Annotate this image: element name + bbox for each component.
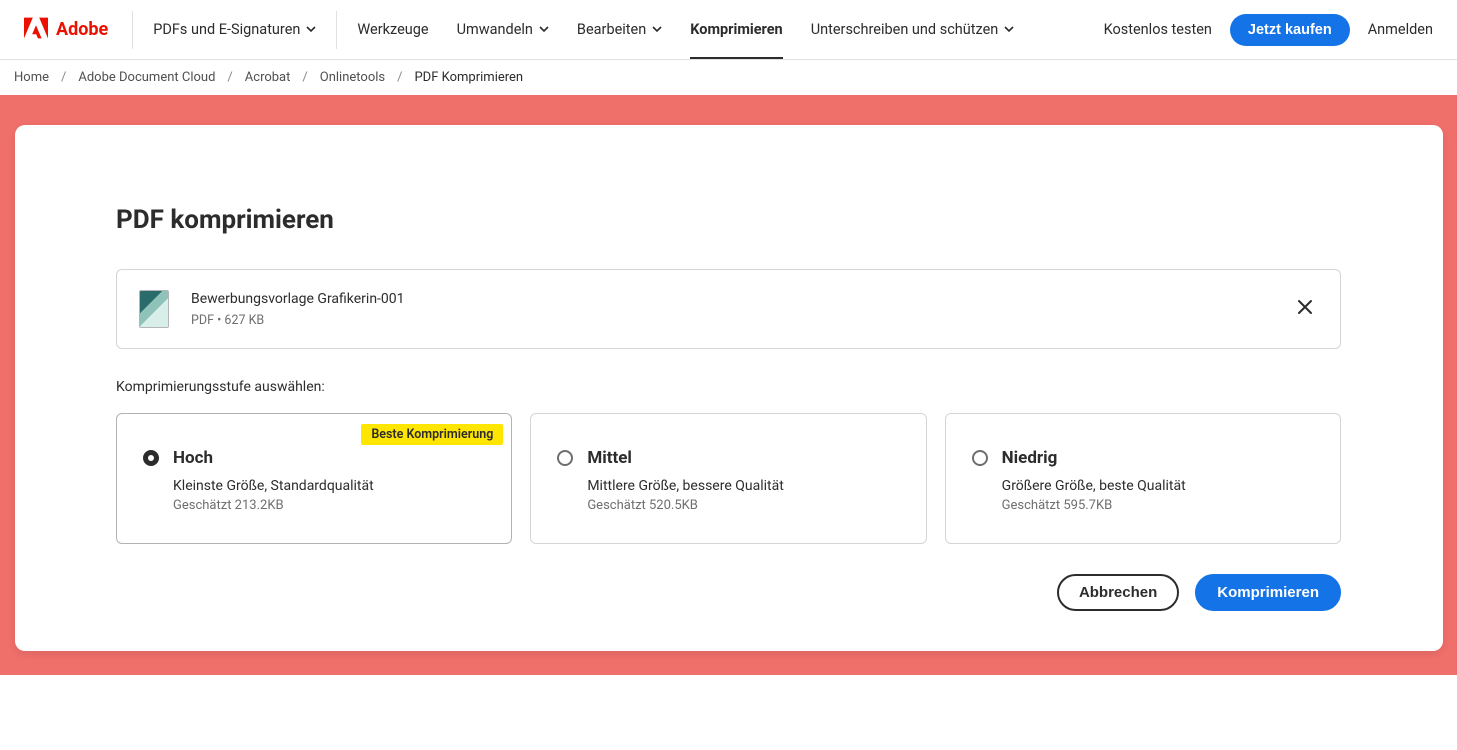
login-link[interactable]: Anmelden (1368, 21, 1443, 38)
chevron-down-icon (539, 21, 549, 38)
option-estimate: Geschätzt 520.5KB (587, 498, 899, 513)
option-low[interactable]: Niedrig Größere Größe, beste Qualität Ge… (945, 413, 1341, 544)
radio-icon (557, 450, 573, 466)
nav-items: PDFs und E-Signaturen Werkzeuge Umwandel… (126, 0, 1028, 59)
compress-button[interactable]: Komprimieren (1195, 574, 1341, 611)
breadcrumb-onlinetools[interactable]: Onlinetools (320, 70, 385, 85)
file-meta: PDF • 627 KB (191, 313, 1270, 328)
buy-button[interactable]: Jetzt kaufen (1230, 14, 1350, 46)
adobe-logo-text: Adobe (56, 19, 108, 40)
nav-separator (336, 11, 337, 49)
chevron-down-icon (1004, 21, 1014, 38)
compression-level-label: Komprimierungsstufe auswählen: (116, 379, 1341, 395)
file-row: Bewerbungsvorlage Grafikerin-001 PDF • 6… (116, 269, 1341, 349)
top-nav: Adobe PDFs und E-Signaturen Werkzeuge Um… (0, 0, 1457, 60)
breadcrumb-sep: / (61, 70, 66, 85)
nav-label: Komprimieren (690, 21, 782, 38)
adobe-logo-icon (24, 17, 48, 43)
file-info: Bewerbungsvorlage Grafikerin-001 PDF • 6… (191, 291, 1270, 328)
chevron-down-icon (652, 21, 662, 38)
nav-werkzeuge[interactable]: Werkzeuge (343, 0, 442, 59)
chevron-down-icon (306, 21, 316, 38)
nav-label: Bearbeiten (577, 21, 646, 38)
breadcrumb-sep: / (227, 70, 232, 85)
main-card: PDF komprimieren Bewerbungsvorlage Grafi… (15, 125, 1443, 651)
option-medium[interactable]: Mittel Mittlere Größe, bessere Qualität … (530, 413, 926, 544)
option-estimate: Geschätzt 213.2KB (173, 498, 485, 513)
nav-unterschreiben[interactable]: Unterschreiben und schützen (797, 0, 1029, 59)
action-buttons: Abbrechen Komprimieren (116, 574, 1341, 611)
cancel-button[interactable]: Abbrechen (1057, 574, 1179, 611)
remove-file-button[interactable] (1292, 294, 1318, 324)
nav-label: Werkzeuge (357, 21, 428, 38)
option-high[interactable]: Beste Komprimierung Hoch Kleinste Größe,… (116, 413, 512, 544)
breadcrumb-sep: / (302, 70, 307, 85)
option-title: Mittel (587, 448, 632, 468)
nav-komprimieren[interactable]: Komprimieren (676, 0, 796, 59)
option-estimate: Geschätzt 595.7KB (1002, 498, 1314, 513)
breadcrumb-document-cloud[interactable]: Adobe Document Cloud (78, 70, 215, 85)
option-desc: Mittlere Größe, bessere Qualität (587, 478, 899, 494)
nav-right: Kostenlos testen Jetzt kaufen Anmelden (1104, 14, 1443, 46)
nav-label: Unterschreiben und schützen (811, 21, 999, 38)
radio-icon (143, 450, 159, 466)
breadcrumb-home[interactable]: Home (14, 70, 49, 85)
compression-options: Beste Komprimierung Hoch Kleinste Größe,… (116, 413, 1341, 544)
option-title: Hoch (173, 448, 213, 468)
page-title: PDF komprimieren (116, 205, 1341, 235)
nav-umwandeln[interactable]: Umwandeln (443, 0, 563, 59)
nav-separator (132, 11, 133, 49)
file-thumbnail (139, 290, 169, 328)
file-name: Bewerbungsvorlage Grafikerin-001 (191, 291, 1270, 307)
breadcrumb-acrobat[interactable]: Acrobat (245, 70, 291, 85)
hero-background: PDF komprimieren Bewerbungsvorlage Grafi… (0, 95, 1457, 675)
trial-link[interactable]: Kostenlos testen (1104, 21, 1212, 38)
nav-label: Umwandeln (457, 21, 533, 38)
nav-pdfs-esignatures[interactable]: PDFs und E-Signaturen (139, 0, 330, 59)
option-desc: Kleinste Größe, Standardqualität (173, 478, 485, 494)
close-icon (1296, 301, 1314, 320)
breadcrumb-sep: / (397, 70, 402, 85)
radio-icon (972, 450, 988, 466)
nav-bearbeiten[interactable]: Bearbeiten (563, 0, 676, 59)
option-desc: Größere Größe, beste Qualität (1002, 478, 1314, 494)
option-title: Niedrig (1002, 448, 1058, 468)
adobe-logo[interactable]: Adobe (14, 17, 118, 43)
breadcrumb: Home / Adobe Document Cloud / Acrobat / … (0, 60, 1457, 95)
best-compression-badge: Beste Komprimierung (361, 424, 503, 445)
breadcrumb-current: PDF Komprimieren (414, 70, 523, 85)
nav-label: PDFs und E-Signaturen (153, 21, 300, 38)
